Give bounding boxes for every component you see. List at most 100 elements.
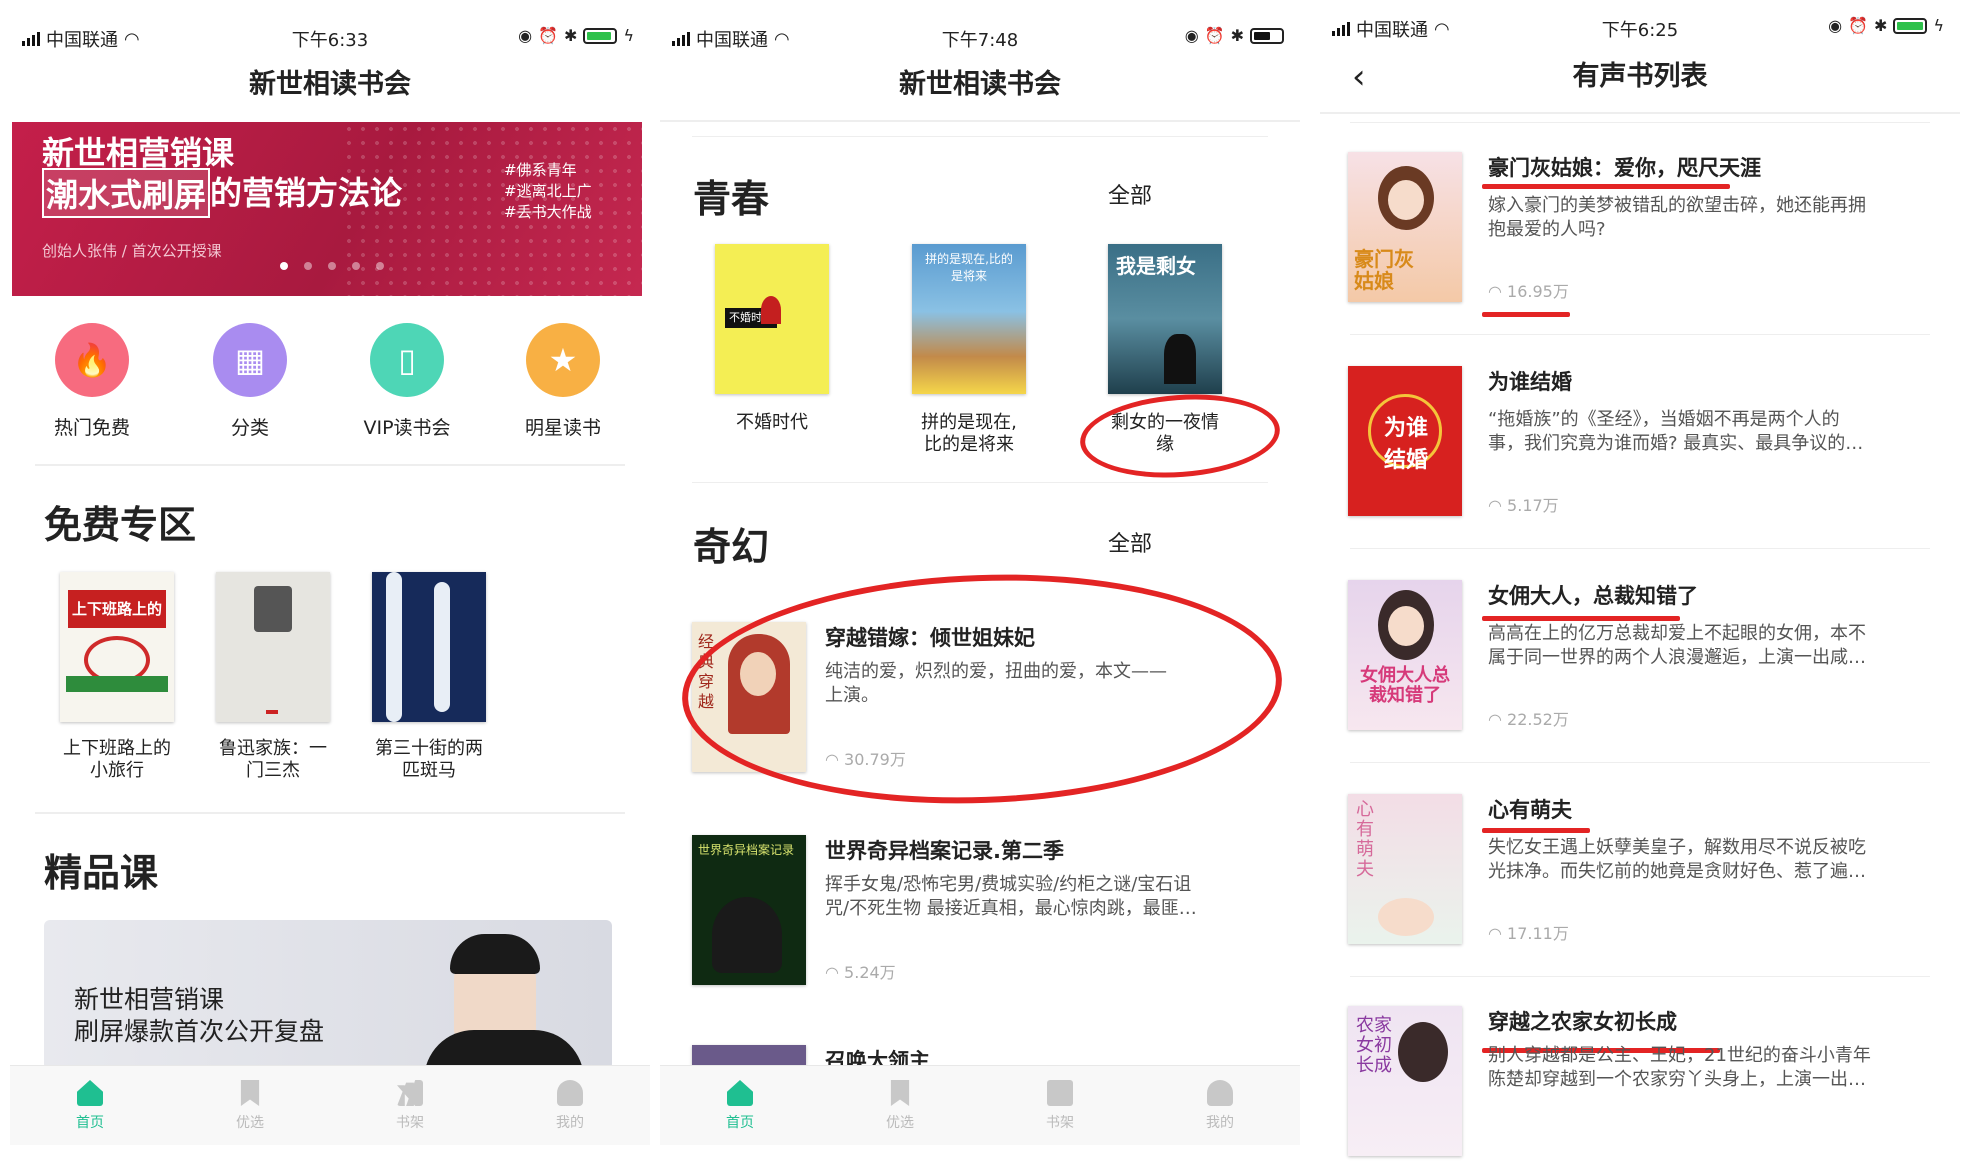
book-icon: ▯ — [370, 323, 444, 397]
battery-icon — [1893, 17, 1928, 34]
bookmark-icon — [240, 1080, 260, 1106]
book-description: 失忆女王遇上妖孽美皇子，解数用尽不说反被吃 光抹净。而失忆前的她竟是贪财好色、惹… — [1488, 837, 1866, 882]
headphone-icon: ◠ — [825, 963, 845, 982]
banner-pager — [280, 262, 384, 270]
grid-icon: ▦ — [213, 323, 287, 397]
bookmark-icon — [890, 1080, 910, 1106]
banner-highlight: 潮水式刷屏 — [42, 168, 211, 218]
book-cover: 心有萌夫 — [1348, 794, 1462, 944]
battery-icon — [583, 27, 618, 44]
tab-label: 首页 — [726, 1115, 754, 1131]
bookshelf-icon — [1047, 1080, 1073, 1106]
fantasy-all-link[interactable]: 全部 — [1108, 526, 1152, 558]
book-description: 嫁入豪门的美梦被错乱的欲望击碎，她还能再拥 抱最爱的人吗? — [1488, 195, 1866, 240]
fantasy-section-title: 奇幻 — [693, 525, 770, 569]
tab-bookshelf[interactable]: 书架 — [330, 1066, 490, 1145]
tab-label: 我的 — [556, 1115, 584, 1131]
tab-label: 优选 — [886, 1115, 914, 1131]
tab-home[interactable]: 首页 — [10, 1066, 170, 1145]
headphone-icon: ◠ — [1488, 496, 1508, 515]
instructor-hair — [450, 934, 540, 974]
book-cover — [372, 572, 486, 722]
tab-featured[interactable]: 优选 — [820, 1066, 980, 1145]
divider — [692, 136, 1268, 137]
annotation-circle — [1077, 388, 1283, 484]
divider — [35, 464, 625, 466]
tab-featured[interactable]: 优选 — [170, 1066, 330, 1145]
course-card[interactable]: 新世相营销课 刷屏爆款首次公开复盘 — [44, 920, 612, 1070]
battery-icon — [1250, 27, 1284, 44]
play-count: ◠ 22.52万 — [1488, 710, 1569, 729]
alarm-icon: ⏰ — [1848, 16, 1869, 35]
divider — [1350, 976, 1930, 977]
headphone-icon: ◠ — [1488, 282, 1508, 301]
book-title: 心有萌夫 — [1488, 798, 1572, 822]
book-description: 别人穿越都是公主、王妃，21世纪的奋斗小青年 陈楚却穿越到一个农家穷丫头身上，上… — [1488, 1045, 1871, 1090]
book-title: 拼的是现在, 比的是将来 — [921, 412, 1017, 455]
tab-home[interactable]: 首页 — [660, 1066, 820, 1145]
home-icon — [727, 1080, 753, 1106]
category-label: 热门免费 — [53, 417, 130, 439]
tab-mine[interactable]: 我的 — [490, 1066, 650, 1145]
book-cover: 上下班路上的 — [60, 572, 174, 722]
book-title: 穿越之农家女初长成 — [1488, 1010, 1677, 1034]
course-line2: 刷屏爆款首次公开复盘 — [74, 1017, 325, 1046]
star-icon: ★ — [526, 323, 600, 397]
course-line1: 新世相营销课 — [74, 985, 225, 1014]
screen-audiobook-list: 中国联通 ◠ 下午6:25 ◉ ⏰ ✱ ϟ ‹ 有声书列表 豪门灰姑娘 豪门灰姑娘：爱你… — [1320, 0, 1960, 1162]
divider — [660, 120, 1300, 122]
book-title: 女佣大人，总裁知错了 — [1488, 584, 1698, 608]
nav-bar: ‹ 有声书列表 — [1320, 52, 1960, 102]
annotation-underline — [1482, 312, 1570, 317]
bluetooth-icon: ✱ — [564, 26, 578, 45]
book-cover: 世界奇异档案记录 — [692, 835, 806, 985]
alarm-icon: ⏰ — [538, 26, 559, 45]
tab-bookshelf[interactable]: 书架 — [980, 1066, 1140, 1145]
youth-section-title: 青春 — [693, 177, 770, 221]
banner-tag: #佛系青年 — [504, 161, 577, 179]
bluetooth-icon: ✱ — [1874, 16, 1888, 35]
screen-category: 中国联通 ◠ 下午7:48 ◉ ⏰ ✱ 新世相读书会 青春 全部 不婚时代 不婚时代 … — [660, 0, 1300, 1162]
book-cover: 我是剩女 — [1108, 244, 1222, 394]
play-count: ◠ 16.95万 — [1488, 282, 1569, 301]
page-title: 新世相读书会 — [899, 69, 1061, 100]
play-count: ◠ 17.11万 — [1488, 924, 1569, 943]
annotation-underline — [1482, 616, 1680, 621]
back-chevron-icon[interactable]: ‹ — [1352, 52, 1366, 102]
tab-bar: 首页 优选 书架 我的 — [10, 1065, 650, 1145]
flame-icon: 🔥 — [55, 323, 129, 397]
youth-all-link[interactable]: 全部 — [1108, 178, 1152, 210]
headphone-icon: ◠ — [1488, 710, 1508, 729]
lock-rotation-icon: ◉ — [1184, 26, 1199, 45]
annotation-underline — [1482, 828, 1590, 833]
charging-icon: ϟ — [1933, 16, 1944, 35]
book-title: 不婚时代 — [736, 412, 808, 433]
category-label: 明星读书 — [524, 417, 601, 439]
book-title: 为谁结婚 — [1488, 370, 1572, 394]
alarm-icon: ⏰ — [1204, 26, 1225, 45]
banner-line2: 的营销方法论 — [210, 174, 403, 212]
book-cover: 农家女初长成 — [1348, 1006, 1462, 1156]
banner-tag: #逃离北上广 — [504, 182, 592, 200]
book-title: 鲁迅家族：一 门三杰 — [219, 738, 327, 781]
banner-tag: #丢书大作战 — [504, 203, 592, 221]
user-icon — [557, 1080, 583, 1106]
lock-rotation-icon: ◉ — [1828, 16, 1843, 35]
divider — [1350, 334, 1930, 335]
headphone-icon: ◠ — [1488, 924, 1508, 943]
book-cover — [692, 1045, 806, 1065]
tab-label: 优选 — [236, 1115, 264, 1131]
book-cover: 女佣大人总裁知错了 — [1348, 580, 1462, 730]
book-title: 世界奇异档案记录.第二季 — [825, 839, 1064, 863]
screen-home: 中国联通 ◠ 下午6:33 ◉ ⏰ ✱ ϟ 新世相读书会 新世相营销课 潮水式刷屏 的营… — [10, 0, 650, 1162]
book-cover: 为谁结婚 — [1348, 366, 1462, 516]
promo-banner[interactable]: 新世相营销课 潮水式刷屏 的营销方法论 #佛系青年 #逃离北上广 #丢书大作战 … — [12, 122, 642, 296]
free-section-title: 免费专区 — [44, 503, 197, 547]
divider — [1350, 122, 1930, 123]
category-label: 分类 — [230, 417, 269, 439]
tab-mine[interactable]: 我的 — [1140, 1066, 1300, 1145]
tab-label: 书架 — [396, 1115, 424, 1131]
book-cover: 不婚时代 — [715, 244, 829, 394]
bluetooth-icon: ✱ — [1230, 26, 1244, 45]
annotation-underline — [1482, 184, 1730, 189]
